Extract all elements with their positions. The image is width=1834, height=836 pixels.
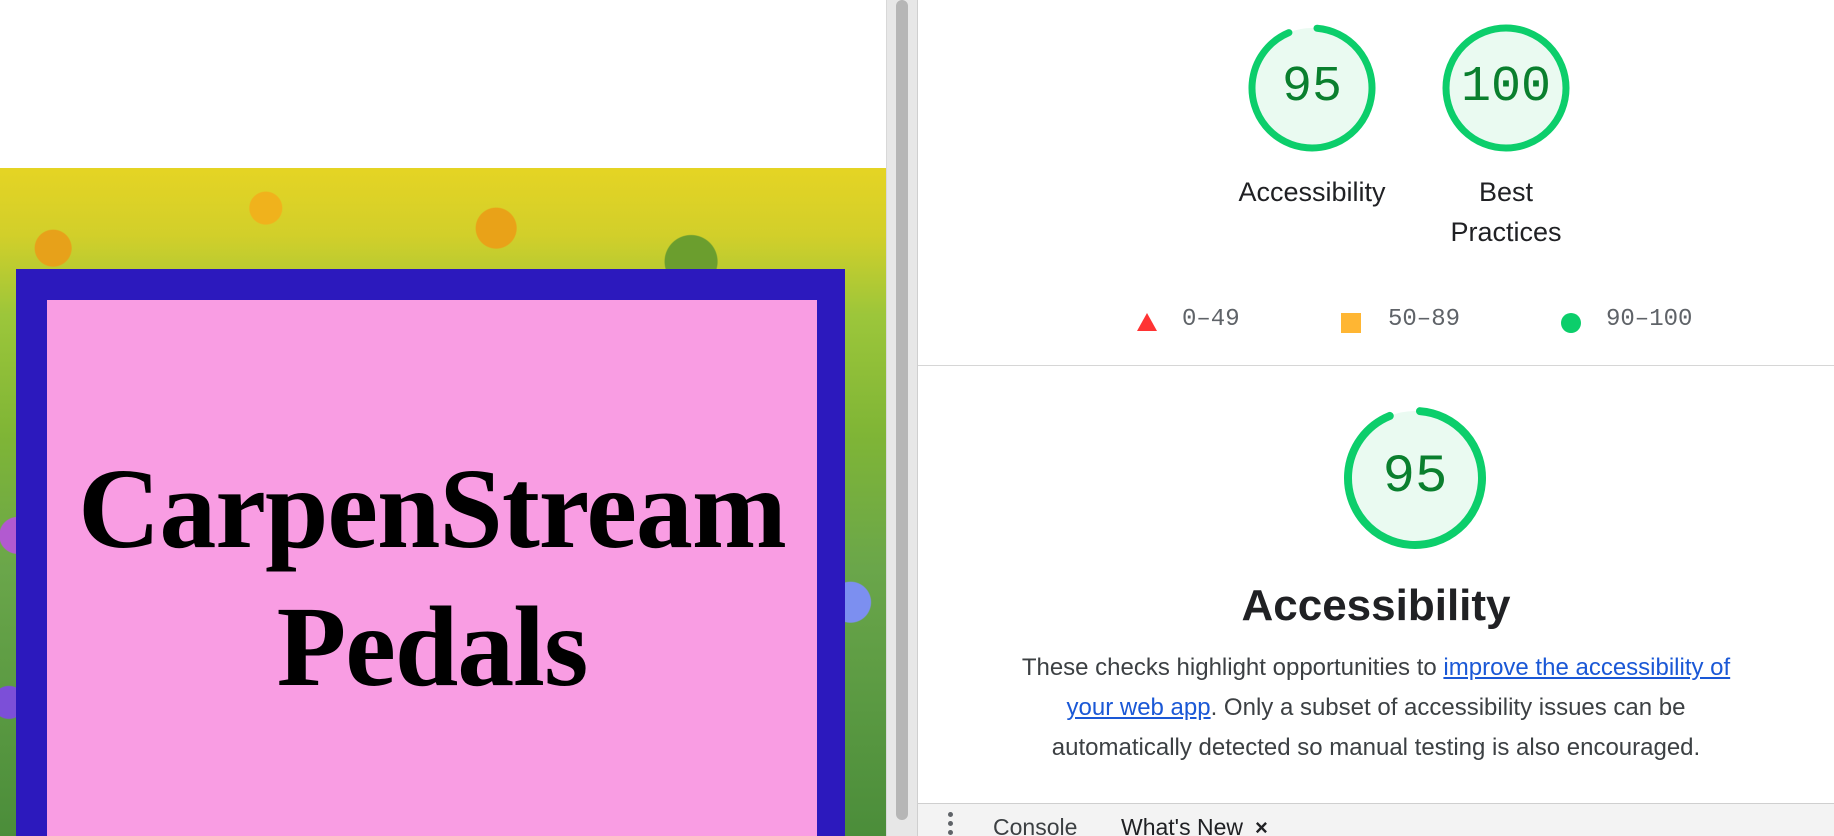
more-options-icon[interactable]	[948, 812, 954, 836]
legend-label: 90–100	[1606, 306, 1693, 333]
tab-label: Console	[993, 814, 1078, 836]
hero-title-line2: Pedals	[276, 583, 589, 710]
scrollbar-thumb[interactable]	[896, 0, 908, 820]
gauge-score-value: 100	[1460, 59, 1551, 116]
section-desc-text: These checks highlight opportunities to	[1021, 654, 1444, 681]
section-score-value: 95	[1382, 447, 1448, 508]
hero-frame: CarpenStream Pedals	[16, 269, 845, 836]
tab-whats-new[interactable]: What's New ×	[1121, 814, 1268, 836]
gauge-label-accessibility: Accessibility	[1238, 177, 1386, 207]
hero-title: CarpenStream Pedals	[47, 440, 817, 716]
circle-icon	[1561, 313, 1581, 333]
section-description: These checks highlight opportunities to …	[1018, 648, 1734, 768]
legend-label: 0–49	[1182, 306, 1240, 333]
legend-label: 50–89	[1388, 306, 1461, 333]
page-viewport: CarpenStream Pedals	[0, 0, 886, 836]
score-gauge-best-practices[interactable]: 100	[1440, 22, 1572, 154]
hero-title-line1: CarpenStream	[78, 445, 787, 572]
gauge-score-value: 95	[1281, 59, 1342, 116]
lighthouse-report: 95 Accessibility 100 Best Practices 0–49…	[918, 0, 1834, 836]
tab-console[interactable]: Console	[993, 814, 1077, 836]
section-title: Accessibility	[1241, 581, 1511, 630]
score-legend: 0–49 50–89 90–100	[918, 300, 1834, 340]
hero-background-image: CarpenStream Pedals	[0, 168, 886, 836]
section-divider	[918, 365, 1834, 366]
tab-label: What's New	[1121, 814, 1243, 836]
square-icon	[1341, 313, 1361, 333]
score-gauge-accessibility[interactable]: 95	[1246, 22, 1378, 154]
hero-panel: CarpenStream Pedals	[47, 300, 817, 836]
drawer-tab-bar: Console What's New ×	[918, 803, 1834, 836]
close-icon[interactable]: ×	[1255, 815, 1268, 836]
gauge-label-best-practices: Best Practices	[1450, 177, 1562, 247]
panel-splitter[interactable]	[886, 0, 918, 836]
triangle-icon	[1137, 313, 1157, 331]
section-score-gauge: 95	[1341, 404, 1489, 552]
